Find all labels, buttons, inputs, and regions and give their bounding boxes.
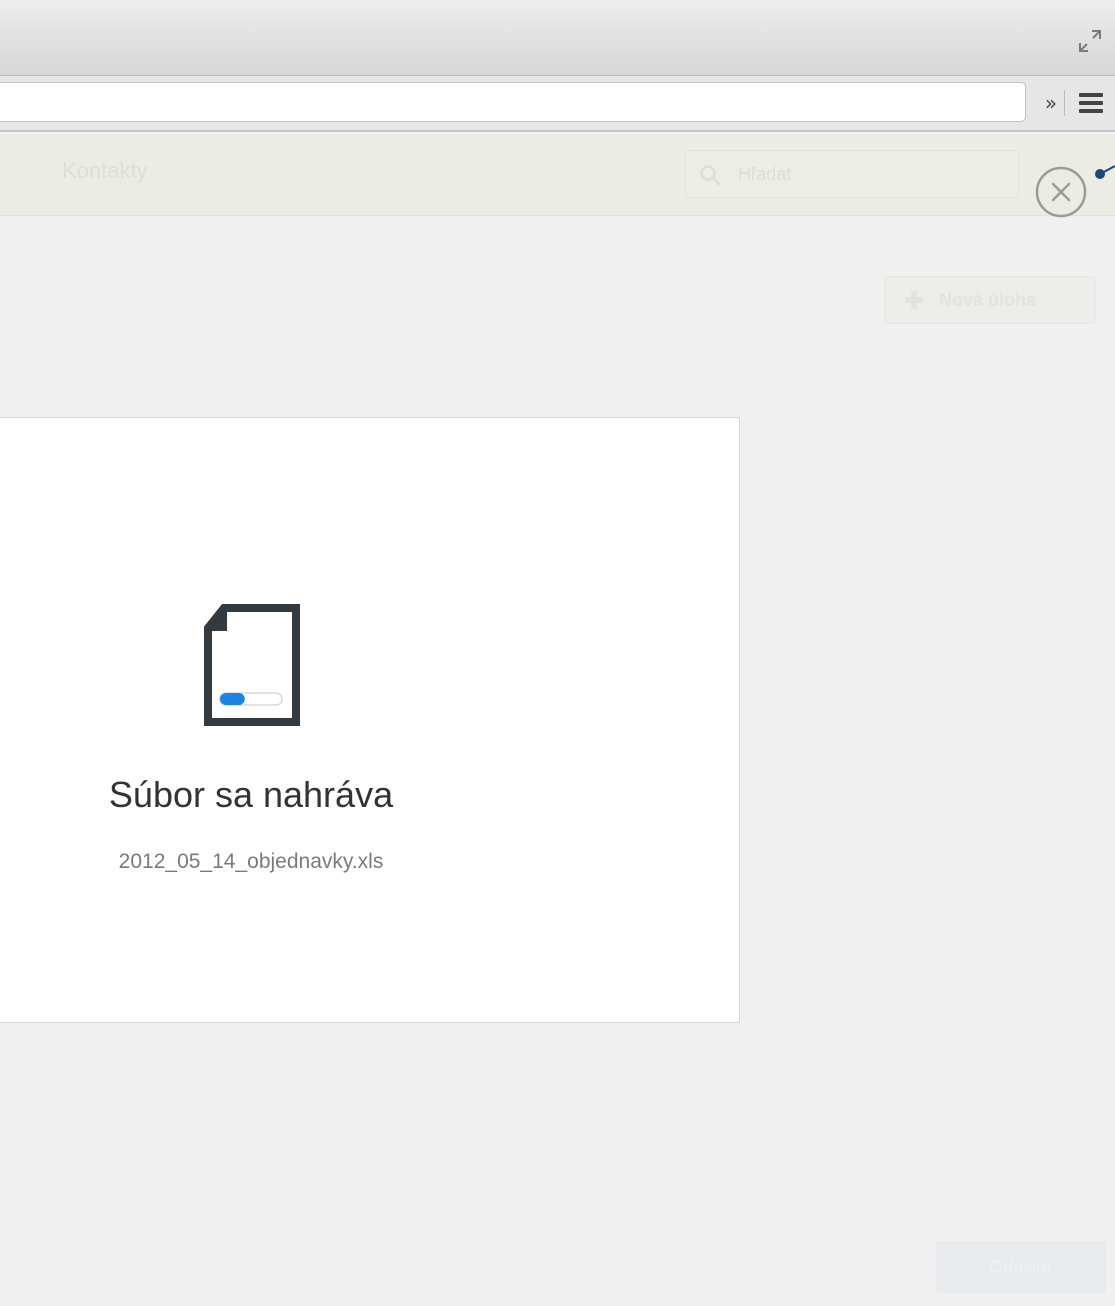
browser-titlebar bbox=[0, 0, 1115, 76]
search-input[interactable]: Hľadať bbox=[685, 150, 1019, 198]
upload-progress-fill bbox=[220, 693, 245, 705]
plus-icon bbox=[905, 291, 923, 309]
new-task-button[interactable]: Nová úloha bbox=[884, 276, 1096, 324]
annotation-pointer-icon bbox=[1095, 165, 1115, 179]
upload-filename: 2012_05_14_objednavky.xls bbox=[118, 850, 384, 873]
address-bar[interactable] bbox=[0, 82, 1026, 122]
more-chevron-button[interactable]: » bbox=[1040, 88, 1062, 118]
new-task-label: Nová úloha bbox=[939, 290, 1037, 310]
nav-link-contacts[interactable]: Kontakty bbox=[62, 158, 148, 184]
menu-icon[interactable] bbox=[1076, 90, 1106, 116]
submit-button-label: Odoslať bbox=[989, 1257, 1053, 1277]
search-placeholder: Hľadať bbox=[738, 164, 794, 184]
toolbar-divider bbox=[1064, 90, 1065, 116]
browser-toolbar: » bbox=[0, 76, 1115, 132]
close-icon[interactable] bbox=[1035, 166, 1087, 218]
fullscreen-icon[interactable] bbox=[1077, 28, 1103, 54]
app-navigation: › Kontakty Hľadať bbox=[0, 134, 1115, 216]
submit-button[interactable]: Odoslať bbox=[936, 1241, 1106, 1293]
upload-title: Súbor sa nahráva bbox=[108, 774, 394, 815]
screen: » › Kontakty Hľadať Nová úloha Odoslať bbox=[0, 0, 1115, 1306]
upload-dialog: Súbor sa nahráva 2012_05_14_objednavky.x… bbox=[0, 417, 740, 1023]
search-icon bbox=[700, 165, 721, 186]
file-uploading-icon bbox=[204, 604, 300, 726]
